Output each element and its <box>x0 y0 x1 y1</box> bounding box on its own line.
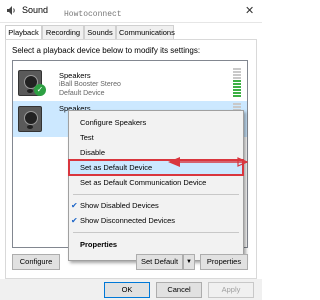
menu-separator <box>73 194 239 195</box>
device-description: iBall Booster Stereo <box>59 81 121 88</box>
tab-recording[interactable]: Recording <box>42 25 84 39</box>
device-item-default[interactable]: ✓ Speakers iBall Booster Stereo Default … <box>13 65 247 101</box>
device-name: Speakers <box>59 71 91 80</box>
context-menu: Configure Speakers Test Disable Set as D… <box>68 110 244 261</box>
menu-item-label: Disable <box>80 148 106 157</box>
checkmark-icon: ✔ <box>71 216 78 225</box>
menu-item-test[interactable]: Test <box>70 131 242 144</box>
cancel-button[interactable]: Cancel <box>156 282 202 298</box>
tab-communications[interactable]: Communications <box>116 25 175 39</box>
menu-item-set-default-communication-device[interactable]: Set as Default Communication Device <box>70 176 242 189</box>
menu-item-label: Test <box>80 133 94 142</box>
menu-item-label: Set as Default Device <box>80 163 153 172</box>
menu-item-configure-speakers[interactable]: Configure Speakers <box>70 116 242 129</box>
watermark-text: Howtoconnect <box>64 10 122 19</box>
speaker-device-icon <box>18 106 42 132</box>
tab-sounds[interactable]: Sounds <box>84 25 116 39</box>
menu-separator <box>73 232 239 233</box>
default-check-icon: ✓ <box>34 84 46 96</box>
speaker-icon <box>7 6 15 15</box>
menu-item-label: Set as Default Communication Device <box>80 178 207 187</box>
menu-item-show-disabled-devices[interactable]: ✔ Show Disabled Devices <box>70 199 242 212</box>
configure-button[interactable]: Configure <box>12 254 60 270</box>
set-default-button[interactable]: Set Default <box>136 254 183 270</box>
menu-item-label: Show Disabled Devices <box>80 201 159 210</box>
set-default-dropdown-button[interactable]: ▼ <box>183 254 195 270</box>
menu-item-show-disconnected-devices[interactable]: ✔ Show Disconnected Devices <box>70 214 242 227</box>
menu-item-label: Show Disconnected Devices <box>80 216 176 225</box>
instruction-text: Select a playback device below to modify… <box>12 46 201 55</box>
properties-button[interactable]: Properties <box>200 254 248 270</box>
apply-button[interactable]: Apply <box>208 282 254 298</box>
menu-item-label: Properties <box>80 240 118 249</box>
close-icon[interactable]: ✕ <box>245 4 254 17</box>
window-title: Sound <box>22 5 49 15</box>
annotation-arrow-icon <box>168 157 248 167</box>
device-status: Default Device <box>59 90 105 97</box>
menu-item-properties[interactable]: Properties <box>70 238 242 251</box>
checkmark-icon: ✔ <box>71 201 78 210</box>
ok-button[interactable]: OK <box>104 282 150 298</box>
tab-playback[interactable]: Playback <box>5 25 42 40</box>
volume-meter-icon <box>233 68 241 98</box>
menu-item-label: Configure Speakers <box>80 118 147 127</box>
